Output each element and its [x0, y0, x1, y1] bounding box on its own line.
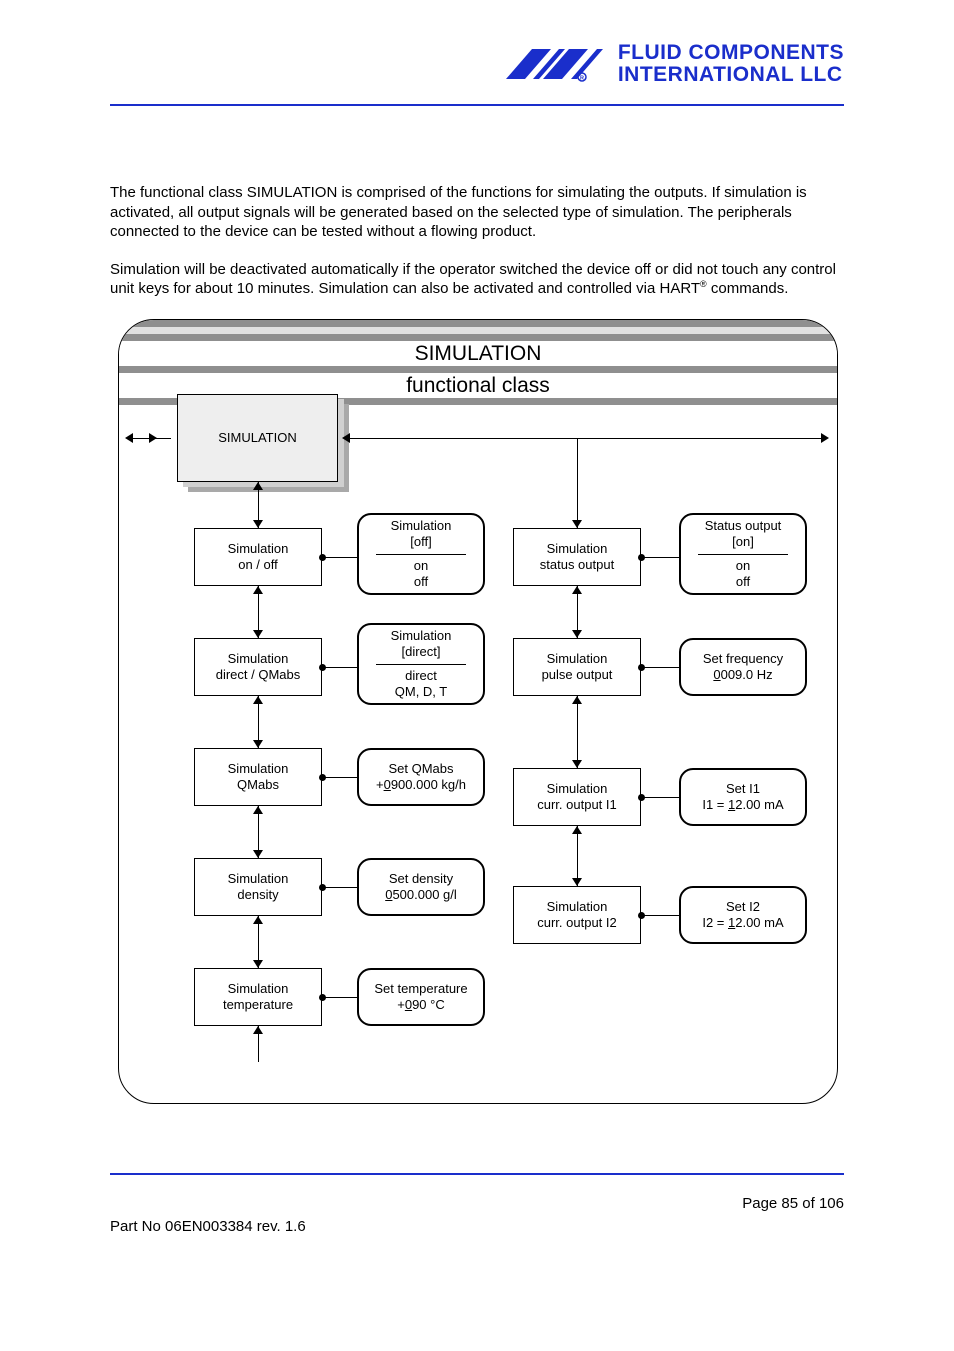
- sim-direct-options: Simulation [direct] direct QM, D, T: [357, 623, 485, 705]
- footer-divider: [110, 1173, 844, 1175]
- set-qmabs-box: Set QMabs +0900.000 kg/h: [357, 748, 485, 806]
- set-density-box: Set density 0500.000 g/l: [357, 858, 485, 916]
- part-number: Part No 06EN003384 rev. 1.6: [110, 1218, 306, 1235]
- sim-direct-qmabs-box: Simulation direct / QMabs: [194, 638, 322, 696]
- set-i2-box: Set I2 I2 = 12.00 mA: [679, 886, 807, 944]
- logo-line1: FLUID COMPONENTS: [618, 42, 844, 64]
- registered-mark: ®: [700, 279, 707, 289]
- sim-temperature-box: Simulation temperature: [194, 968, 322, 1026]
- set-frequency-box: Set frequency 0009.0 Hz: [679, 638, 807, 696]
- logo-line2: INTERNATIONAL LLC: [618, 64, 844, 86]
- sim-off-options: Simulation [off] on off: [357, 513, 485, 595]
- sim-qmabs-box: Simulation QMabs: [194, 748, 322, 806]
- sim-density-box: Simulation density: [194, 858, 322, 916]
- header-divider: [110, 104, 844, 106]
- intro-text: The functional class SIMULATION is compr…: [110, 183, 845, 317]
- main-simulation-box: SIMULATION: [177, 394, 338, 482]
- sim-status-output-box: Simulation status output: [513, 528, 641, 586]
- diagram-header: SIMULATION functional class: [119, 320, 837, 405]
- document-page: R FLUID COMPONENTS INTERNATIONAL LLC The…: [0, 0, 954, 1351]
- status-output-options: Status output [on] on off: [679, 513, 807, 595]
- set-i1-box: Set I1 I1 = 12.00 mA: [679, 768, 807, 826]
- set-temperature-box: Set temperature +090 °C: [357, 968, 485, 1026]
- diagram-title: SIMULATION: [119, 341, 837, 366]
- sim-on-off-box: Simulation on / off: [194, 528, 322, 586]
- paragraph-2: Simulation will be deactivated automatic…: [110, 260, 845, 299]
- sim-curr-output-i1-box: Simulation curr. output I1: [513, 768, 641, 826]
- company-logo: R FLUID COMPONENTS INTERNATIONAL LLC: [502, 40, 844, 88]
- simulation-diagram: SIMULATION functional class SIMULATION S…: [118, 319, 838, 1104]
- sim-curr-output-i2-box: Simulation curr. output I2: [513, 886, 641, 944]
- svg-text:R: R: [580, 76, 584, 82]
- paragraph-1: The functional class SIMULATION is compr…: [110, 183, 845, 242]
- fci-logo-mark: R: [502, 40, 612, 88]
- sim-pulse-output-box: Simulation pulse output: [513, 638, 641, 696]
- page-number: Page 85 of 106: [742, 1195, 844, 1212]
